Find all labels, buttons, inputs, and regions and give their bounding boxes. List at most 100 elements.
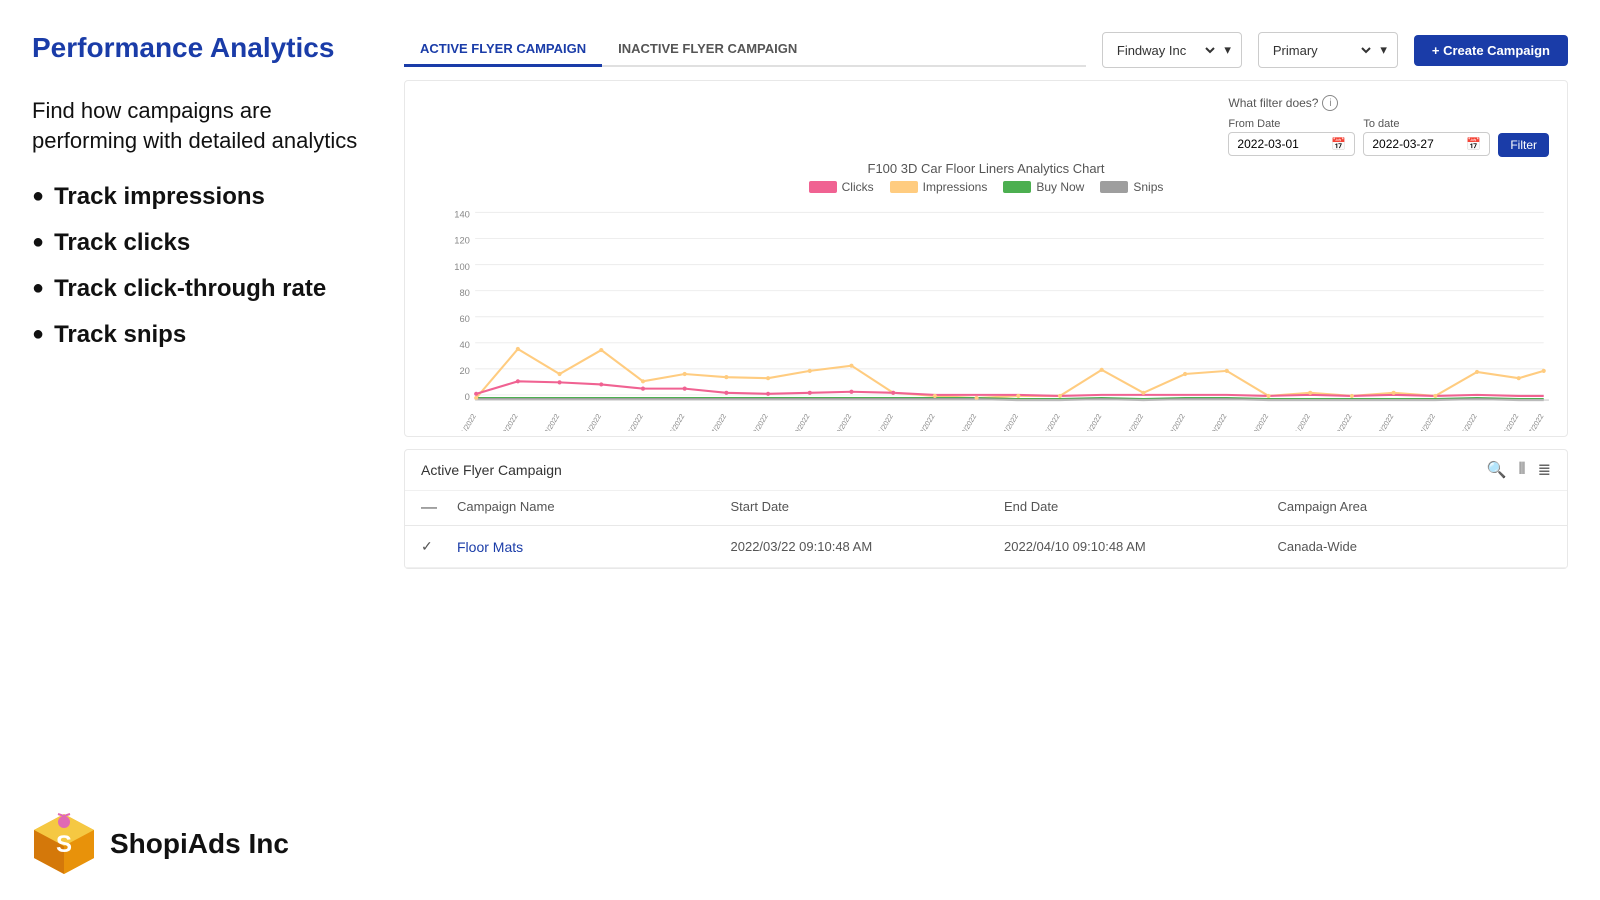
svg-text:03/03/2022: 03/03/2022 — [535, 412, 561, 431]
svg-text:03/08/2022: 03/08/2022 — [744, 412, 770, 431]
feature-item-impressions: Track impressions — [32, 183, 372, 211]
date-filter-row: From Date 📅 To date 📅 — [1228, 117, 1549, 157]
legend-color-impressions — [890, 181, 918, 193]
company-select[interactable]: Findway Inc — [1113, 42, 1218, 59]
svg-text:03/12/2022: 03/12/2022 — [911, 412, 937, 431]
to-date-field[interactable] — [1372, 137, 1462, 151]
feature-item-snips: Track snips — [32, 321, 372, 349]
svg-text:03/22/2022: 03/22/2022 — [1328, 412, 1354, 431]
tab-active-flyer[interactable]: ACTIVE FLYER CAMPAIGN — [404, 33, 602, 67]
info-icon[interactable]: i — [1322, 95, 1338, 111]
create-campaign-button[interactable]: + Create Campaign — [1414, 35, 1568, 66]
legend-impressions: Impressions — [890, 180, 988, 194]
legend-label-clicks: Clicks — [842, 180, 874, 194]
table-section-title: Active Flyer Campaign — [421, 462, 1487, 478]
type-select[interactable]: Primary Secondary — [1269, 42, 1374, 59]
col-header-end-date[interactable]: End Date — [1004, 499, 1278, 517]
legend-label-snips: Snips — [1133, 180, 1163, 194]
tabs: ACTIVE FLYER CAMPAIGN INACTIVE FLYER CAM… — [404, 33, 1086, 67]
legend-clicks: Clicks — [809, 180, 874, 194]
left-panel: Performance Analytics Find how campaigns… — [32, 24, 372, 876]
logo-text: ShopiAds Inc — [110, 828, 289, 860]
page-title: Performance Analytics — [32, 32, 372, 64]
row-campaign-name[interactable]: Floor Mats — [457, 539, 731, 555]
col-header-campaign-area[interactable]: Campaign Area — [1278, 499, 1552, 517]
svg-text:03/16/2022: 03/16/2022 — [1077, 412, 1103, 431]
svg-text:S: S — [56, 831, 72, 858]
feature-item-clicks: Track clicks — [32, 229, 372, 257]
legend-snips: Snips — [1100, 180, 1163, 194]
row-campaign-area: Canada-Wide — [1278, 539, 1552, 554]
calendar-icon-to[interactable]: 📅 — [1466, 137, 1481, 151]
col-header-campaign-name[interactable]: Campaign Name — [457, 499, 731, 517]
svg-text:03/06/2022: 03/06/2022 — [660, 412, 686, 431]
table-header-bar: Active Flyer Campaign 🔍 ⦀ ≣ — [405, 450, 1567, 491]
svg-text:20: 20 — [459, 366, 469, 376]
svg-text:03/18/2022: 03/18/2022 — [1161, 412, 1187, 431]
svg-text:03/13/2022: 03/13/2022 — [952, 412, 978, 431]
col-header-start-date[interactable]: Start Date — [731, 499, 1005, 517]
row-start-date: 2022/03/22 09:10:48 AM — [731, 539, 1005, 554]
logo-icon: S — [32, 812, 96, 876]
legend-label-impressions: Impressions — [923, 180, 988, 194]
calendar-icon-from[interactable]: 📅 — [1331, 137, 1346, 151]
row-end-date: 2022/04/10 09:10:48 AM — [1004, 539, 1278, 554]
feature-list: Track impressions Track clicks Track cli… — [32, 183, 372, 349]
chart-area: 0 20 40 60 80 100 120 140 160 — [423, 202, 1549, 422]
svg-text:60: 60 — [459, 314, 469, 324]
top-bar: ACTIVE FLYER CAMPAIGN INACTIVE FLYER CAM… — [404, 32, 1568, 68]
filter-button[interactable]: Filter — [1498, 133, 1549, 157]
svg-text:03/09/2022: 03/09/2022 — [785, 412, 811, 431]
svg-text:0: 0 — [465, 392, 470, 402]
svg-text:03/25/2022: 03/25/2022 — [1453, 412, 1479, 431]
from-date-input[interactable]: 📅 — [1228, 132, 1355, 156]
to-date-label: To date — [1363, 118, 1490, 130]
table-section: Active Flyer Campaign 🔍 ⦀ ≣ — Campaign N… — [404, 449, 1568, 569]
type-select-wrapper[interactable]: Primary Secondary ▾ — [1258, 32, 1398, 68]
svg-text:140: 140 — [454, 210, 470, 220]
svg-text:100: 100 — [454, 262, 470, 272]
svg-text:03/17/2022: 03/17/2022 — [1119, 412, 1145, 431]
svg-text:03/26/2022: 03/26/2022 — [1494, 412, 1520, 431]
svg-text:03/11/2022: 03/11/2022 — [869, 412, 895, 431]
svg-text:03/10/2022: 03/10/2022 — [827, 412, 853, 431]
col-header-check: — — [421, 499, 457, 517]
legend-label-buynow: Buy Now — [1036, 180, 1084, 194]
chart-legend: Clicks Impressions Buy Now Snips — [423, 180, 1549, 194]
svg-text:03/19/2022: 03/19/2022 — [1203, 412, 1229, 431]
filter-hint: What filter does? i — [1228, 95, 1338, 111]
svg-text:03/24/2022: 03/24/2022 — [1411, 412, 1437, 431]
chart-container: What filter does? i From Date 📅 To — [404, 80, 1568, 437]
to-date-input[interactable]: 📅 — [1363, 132, 1490, 156]
chart-title: F100 3D Car Floor Liners Analytics Chart — [423, 161, 1549, 176]
legend-color-clicks — [809, 181, 837, 193]
logo-area: S ShopiAds Inc — [32, 812, 372, 876]
svg-text:120: 120 — [454, 236, 470, 246]
svg-text:03/02/2022: 03/02/2022 — [494, 412, 520, 431]
filter-icon[interactable]: ≣ — [1538, 460, 1551, 480]
from-date-field[interactable] — [1237, 137, 1327, 151]
row-expand-icon[interactable]: ✓ — [421, 538, 457, 555]
svg-text:03/20/2022: 03/20/2022 — [1244, 412, 1270, 431]
svg-text:03/15/2022: 03/15/2022 — [1036, 412, 1062, 431]
table-icon-group: 🔍 ⦀ ≣ — [1487, 460, 1551, 480]
svg-text:03/04/2022: 03/04/2022 — [577, 412, 603, 431]
legend-color-snips — [1100, 181, 1128, 193]
svg-text:80: 80 — [459, 288, 469, 298]
svg-text:03/23/2022: 03/23/2022 — [1369, 412, 1395, 431]
columns-icon[interactable]: ⦀ — [1519, 461, 1526, 479]
tab-inactive-flyer[interactable]: INACTIVE FLYER CAMPAIGN — [602, 33, 813, 67]
legend-color-buynow — [1003, 181, 1031, 193]
svg-text:03/07/2022: 03/07/2022 — [702, 412, 728, 431]
search-icon[interactable]: 🔍 — [1487, 460, 1507, 480]
svg-text:03/27/2022: 03/27/2022 — [1519, 412, 1545, 431]
analytics-chart: 0 20 40 60 80 100 120 140 160 — [423, 202, 1549, 431]
svg-text:03/14/2022: 03/14/2022 — [994, 412, 1020, 431]
svg-text:03/01/2022: 03/01/2022 — [452, 412, 478, 431]
svg-text:03/05/2022: 03/05/2022 — [619, 412, 645, 431]
legend-buynow: Buy Now — [1003, 180, 1084, 194]
from-date-label: From Date — [1228, 118, 1355, 130]
right-panel: ACTIVE FLYER CAMPAIGN INACTIVE FLYER CAM… — [404, 24, 1568, 876]
company-select-wrapper[interactable]: Findway Inc ▾ — [1102, 32, 1242, 68]
table-column-headers: — Campaign Name Start Date End Date Camp… — [405, 491, 1567, 526]
